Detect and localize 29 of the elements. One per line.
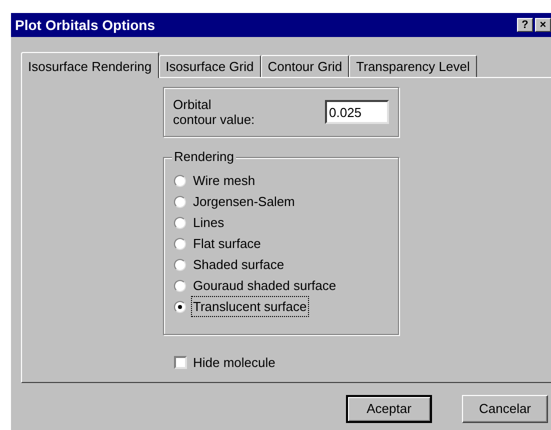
radio-label: Translucent surface (192, 296, 308, 316)
tab[interactable]: Transparency Level (349, 55, 477, 77)
window-title: Plot Orbitals Options (15, 16, 156, 35)
radio-button[interactable] (174, 238, 186, 250)
help-button[interactable]: ? (517, 18, 533, 32)
radio-label: Wire mesh (192, 172, 256, 190)
radio-button[interactable] (174, 174, 186, 186)
radio-label: Gouraud shaded surface (192, 276, 338, 295)
radio-button[interactable] (174, 216, 186, 228)
cancel-button[interactable]: Cancelar (462, 395, 548, 423)
radio-button[interactable] (174, 196, 186, 208)
accept-button[interactable]: Aceptar (346, 395, 432, 423)
checkbox-label: Hide molecule (193, 354, 276, 372)
group-title: Rendering (172, 149, 236, 165)
radio-label: Shaded surface (192, 256, 286, 274)
contour-label: contour value: (173, 112, 255, 127)
contour-value-field[interactable]: 0.025 (325, 100, 389, 124)
radio-button[interactable] (174, 280, 186, 292)
radio-label: Lines (192, 214, 226, 232)
radio-button[interactable] (174, 300, 186, 312)
checkbox[interactable] (174, 356, 187, 370)
radio-label: Jorgensen-Salem (192, 192, 296, 211)
radio-label: Flat surface (192, 234, 262, 253)
tab[interactable]: Isosurface Grid (158, 55, 261, 77)
tab[interactable]: Isosurface Rendering (21, 52, 159, 78)
tab[interactable]: Contour Grid (260, 55, 350, 77)
contour-label: Orbital (173, 97, 212, 112)
radio-button[interactable] (174, 258, 186, 270)
close-button[interactable]: × (535, 18, 551, 32)
